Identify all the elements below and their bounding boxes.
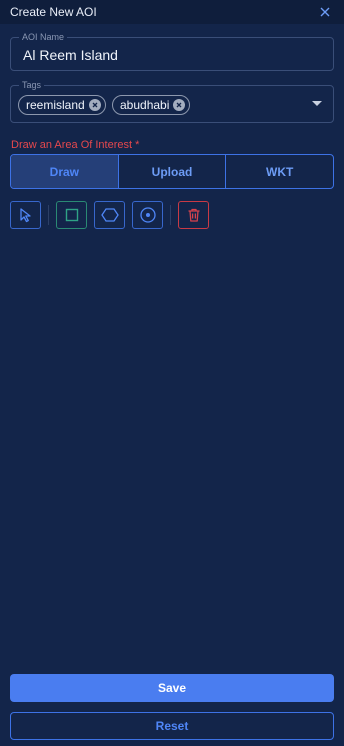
- select-tool-button[interactable]: [10, 201, 41, 229]
- circle-tool-button[interactable]: [132, 201, 163, 229]
- close-icon[interactable]: [318, 5, 332, 19]
- chip-remove-icon[interactable]: [173, 99, 186, 111]
- draw-toolbar: [10, 201, 334, 229]
- tag-chip[interactable]: abudhabi: [112, 95, 191, 115]
- toolbar-divider: [170, 205, 171, 225]
- panel-title: Create New AOI: [10, 5, 97, 19]
- panel-header: Create New AOI: [0, 0, 344, 24]
- pointer-icon: [19, 208, 31, 223]
- tag-chip-label: reemisland: [26, 98, 85, 112]
- tag-chip-label: abudhabi: [120, 98, 170, 112]
- draw-method-tabs: Draw Upload WKT: [10, 154, 334, 189]
- circle-icon: [139, 207, 156, 223]
- tab-wkt[interactable]: WKT: [226, 155, 333, 188]
- tags-field[interactable]: Tags reemisland abudhabi: [10, 79, 334, 123]
- reset-button[interactable]: Reset: [10, 712, 334, 740]
- polygon-icon: [100, 208, 119, 222]
- toolbar-divider: [48, 205, 49, 225]
- chevron-down-icon[interactable]: [312, 101, 322, 106]
- trash-icon: [188, 208, 199, 222]
- chip-remove-icon[interactable]: [88, 99, 101, 111]
- save-button[interactable]: Save: [10, 674, 334, 702]
- delete-tool-button[interactable]: [178, 201, 209, 229]
- aoi-name-input[interactable]: [23, 46, 313, 64]
- tab-upload[interactable]: Upload: [119, 155, 227, 188]
- tags-label: Tags: [19, 79, 45, 91]
- rectangle-icon: [65, 208, 78, 222]
- aoi-name-field: AOI Name: [10, 31, 334, 71]
- tag-chip[interactable]: reemisland: [18, 95, 106, 115]
- rectangle-tool-button[interactable]: [56, 201, 87, 229]
- tab-draw[interactable]: Draw: [11, 155, 119, 188]
- aoi-name-label: AOI Name: [19, 31, 68, 43]
- draw-section-label: Draw an Area Of Interest *: [11, 139, 140, 151]
- polygon-tool-button[interactable]: [94, 201, 125, 229]
